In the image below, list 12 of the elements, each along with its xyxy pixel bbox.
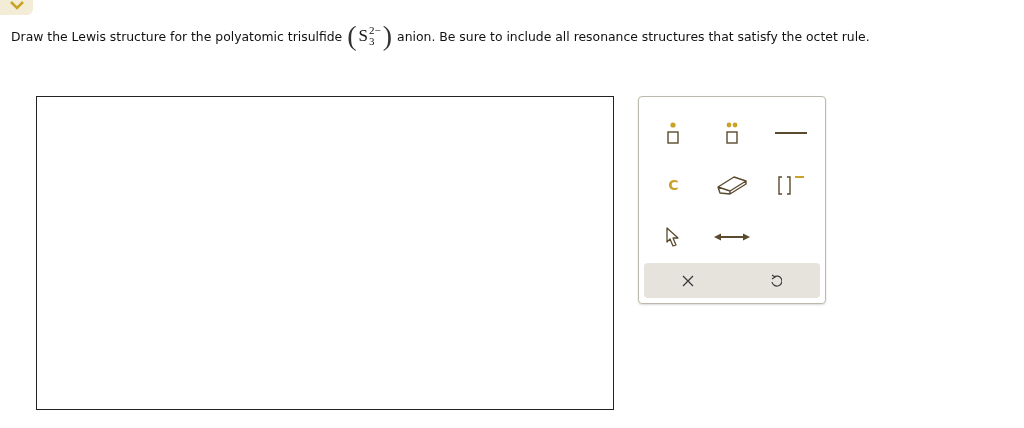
bond-line-icon[interactable] [774, 131, 807, 135]
atom-tool[interactable]: C [668, 177, 679, 193]
double-arrow-icon[interactable] [714, 233, 750, 241]
double-dot-tool-icon[interactable] [725, 122, 739, 144]
single-dot-tool-icon[interactable] [666, 122, 681, 144]
undo-icon[interactable] [770, 273, 782, 288]
question-text: anion. Be sure to include all resonance structures that satisfy the octet rule. [397, 28, 870, 44]
bracket-charge-icon[interactable] [776, 174, 805, 196]
eraser-icon[interactable] [716, 175, 748, 195]
close-icon[interactable] [682, 274, 694, 287]
question-text: Draw the Lewis structure for the polyatomic trisulfide [11, 28, 343, 44]
chevron-icon [8, 1, 25, 11]
